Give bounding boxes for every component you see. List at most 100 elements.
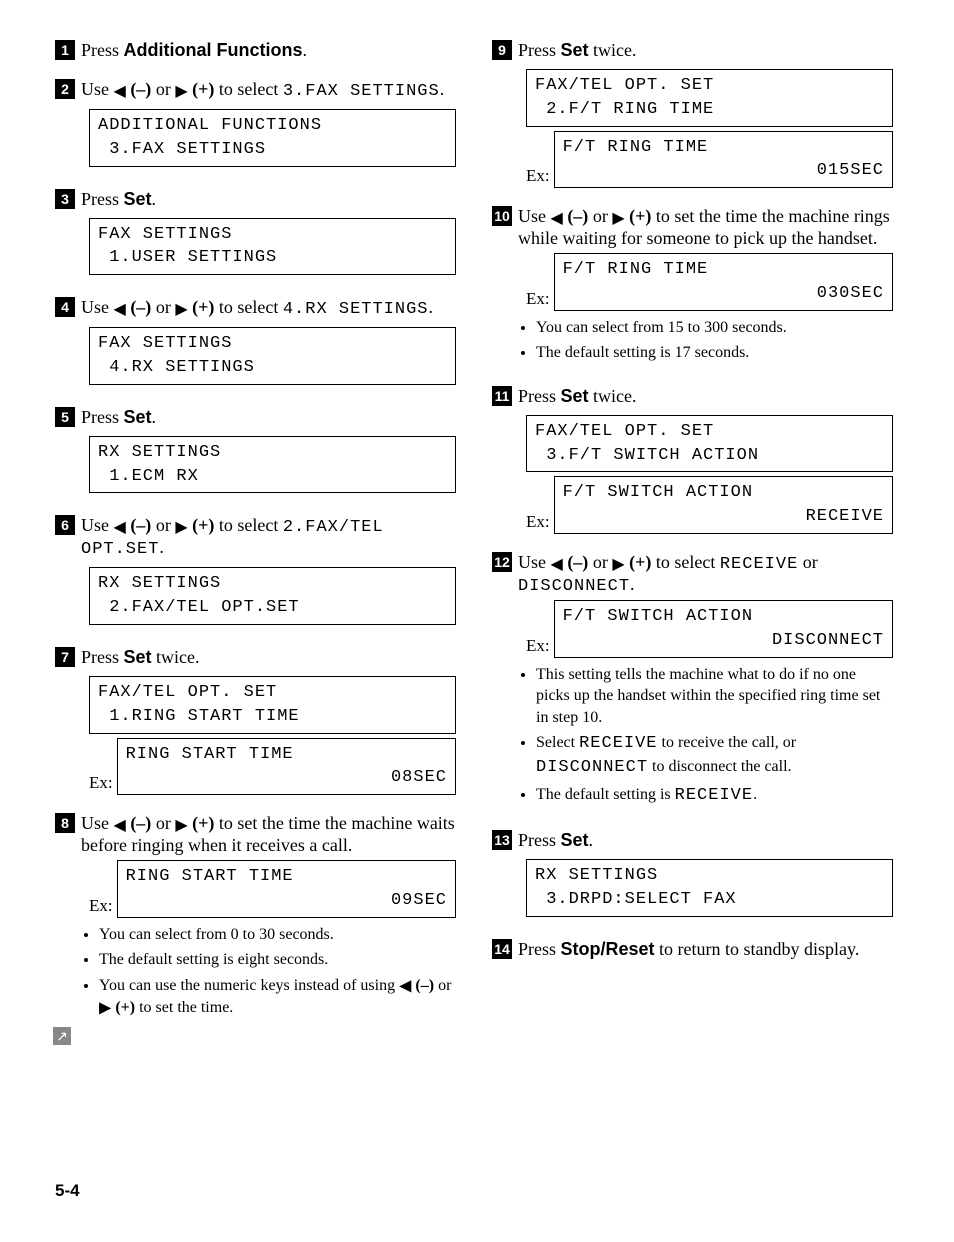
lcd-line: RING START TIME xyxy=(126,867,294,886)
step-number: 9 xyxy=(492,40,512,60)
step-number: 5 xyxy=(55,407,75,427)
minus-label: (–) xyxy=(415,977,434,994)
lcd-display: F/T RING TIME 015SEC xyxy=(554,131,893,189)
lcd-display: F/T SWITCH ACTION DISCONNECT xyxy=(554,600,893,658)
lcd-display: RING START TIME 08SEC xyxy=(117,738,456,796)
text: to select xyxy=(214,297,282,317)
right-arrow-icon: ▶ xyxy=(175,519,187,536)
plus-label: (+) xyxy=(629,552,651,572)
lcd-display: FAX/TEL OPT. SET 3.F/T SWITCH ACTION xyxy=(526,415,893,473)
minus-label: (–) xyxy=(130,79,151,99)
lcd-display: ADDITIONAL FUNCTIONS 3.FAX SETTINGS xyxy=(89,109,456,167)
step-10: 10 Use ◀ (–) or ▶ (+) to set the time th… xyxy=(492,206,899,368)
lcd-line: FAX SETTINGS xyxy=(98,225,232,244)
left-column: 1 Press Additional Functions. 2 Use ◀ (–… xyxy=(55,40,462,1041)
step-number: 7 xyxy=(55,647,75,667)
text: Press xyxy=(81,40,124,60)
text: . xyxy=(630,574,635,594)
text: to select xyxy=(214,79,282,99)
example-label: Ex: xyxy=(89,896,113,918)
button-name: Set xyxy=(124,407,152,427)
button-name: Set xyxy=(561,830,589,850)
step-1: 1 Press Additional Functions. xyxy=(55,40,462,61)
lcd-line: FAX/TEL OPT. SET xyxy=(535,422,714,441)
lcd-line: 4.RX SETTINGS xyxy=(98,358,255,377)
note: You can select from 15 to 300 seconds. xyxy=(536,317,893,339)
right-arrow-icon: ▶ xyxy=(175,301,187,318)
text: . xyxy=(152,189,157,209)
lcd-display: FAX SETTINGS 4.RX SETTINGS xyxy=(89,327,456,385)
step-5: 5 Press Set. RX SETTINGS 1.ECM RX xyxy=(55,407,462,498)
text: twice. xyxy=(589,40,637,60)
step-3: 3 Press Set. FAX SETTINGS 1.USER SETTING… xyxy=(55,189,462,280)
text: . xyxy=(428,297,433,317)
text: to select xyxy=(651,552,719,572)
lcd-line: RX SETTINGS xyxy=(98,443,221,462)
step-11: 11 Press Set twice. FAX/TEL OPT. SET 3.F… xyxy=(492,386,899,534)
step-number: 12 xyxy=(492,552,512,572)
step-number: 1 xyxy=(55,40,75,60)
note: You can use the numeric keys instead of … xyxy=(99,975,456,1019)
step-number: 11 xyxy=(492,386,512,406)
step-14: 14 Press Stop/Reset to return to standby… xyxy=(492,939,899,960)
lcd-line: ADDITIONAL FUNCTIONS xyxy=(98,116,322,135)
text: Use xyxy=(81,79,114,99)
continue-icon: ↗ xyxy=(53,1027,71,1045)
note: Select RECEIVE to receive the call, or D… xyxy=(536,732,893,780)
option: RECEIVE xyxy=(720,555,798,574)
lcd-line: RING START TIME xyxy=(126,745,294,764)
note: You can select from 0 to 30 seconds. xyxy=(99,924,456,946)
example-label: Ex: xyxy=(526,512,550,534)
lcd-line: 1.RING START TIME xyxy=(98,707,300,726)
step-number: 3 xyxy=(55,189,75,209)
plus-label: (+) xyxy=(192,297,214,317)
option: DISCONNECT xyxy=(536,758,648,777)
lcd-display: RX SETTINGS 1.ECM RX xyxy=(89,436,456,494)
button-name: Additional Functions xyxy=(124,40,303,60)
left-arrow-icon: ◀ xyxy=(114,301,126,318)
lcd-line: 015SEC xyxy=(563,159,884,183)
lcd-line: FAX/TEL OPT. SET xyxy=(535,76,714,95)
text: Press xyxy=(81,647,124,667)
lcd-line: 030SEC xyxy=(563,282,884,306)
lcd-line: F/T SWITCH ACTION xyxy=(563,483,753,502)
step-number: 10 xyxy=(492,206,512,226)
step-number: 8 xyxy=(55,813,75,833)
right-arrow-icon: ▶ xyxy=(175,83,187,100)
button-name: Set xyxy=(561,40,589,60)
step-7: 7 Press Set twice. FAX/TEL OPT. SET 1.RI… xyxy=(55,647,462,795)
lcd-line: 1.USER SETTINGS xyxy=(98,248,277,267)
page-number: 5-4 xyxy=(55,1181,899,1201)
text: Press xyxy=(518,830,561,850)
plus-label: (+) xyxy=(629,206,651,226)
lcd-display: RX SETTINGS 3.DRPD:SELECT FAX xyxy=(526,859,893,917)
lcd-line: F/T RING TIME xyxy=(563,138,709,157)
text: twice. xyxy=(589,386,637,406)
lcd-line: RX SETTINGS xyxy=(98,574,221,593)
text: or xyxy=(151,79,175,99)
lcd-line: DISCONNECT xyxy=(563,629,884,653)
text: . xyxy=(589,830,594,850)
note: The default setting is RECEIVE. xyxy=(536,784,893,808)
text: to receive the call, or xyxy=(658,734,797,751)
menu-option: 3.FAX SETTINGS xyxy=(283,82,440,101)
text: Press xyxy=(81,407,124,427)
step-12: 12 Use ◀ (–) or ▶ (+) to select RECEIVE … xyxy=(492,552,899,812)
text: . xyxy=(303,40,308,60)
step-8: 8 Use ◀ (–) or ▶ (+) to set the time the… xyxy=(55,813,462,1023)
left-arrow-icon: ◀ xyxy=(114,817,126,834)
text: Select xyxy=(536,734,579,751)
lcd-line: 3.DRPD:SELECT FAX xyxy=(535,890,737,909)
lcd-line: 2.FAX/TEL OPT.SET xyxy=(98,598,300,617)
lcd-line: 09SEC xyxy=(126,889,447,913)
step-number: 6 xyxy=(55,515,75,535)
lcd-display: FAX/TEL OPT. SET 1.RING START TIME xyxy=(89,676,456,734)
text: Press xyxy=(518,40,561,60)
lcd-display: RING START TIME 09SEC xyxy=(117,860,456,918)
example-label: Ex: xyxy=(526,636,550,658)
plus-label: (+) xyxy=(115,999,135,1016)
text: to set the time. xyxy=(135,999,233,1016)
text: to return to standby display. xyxy=(655,939,860,959)
note: The default setting is eight seconds. xyxy=(99,949,456,971)
text: or xyxy=(588,552,612,572)
